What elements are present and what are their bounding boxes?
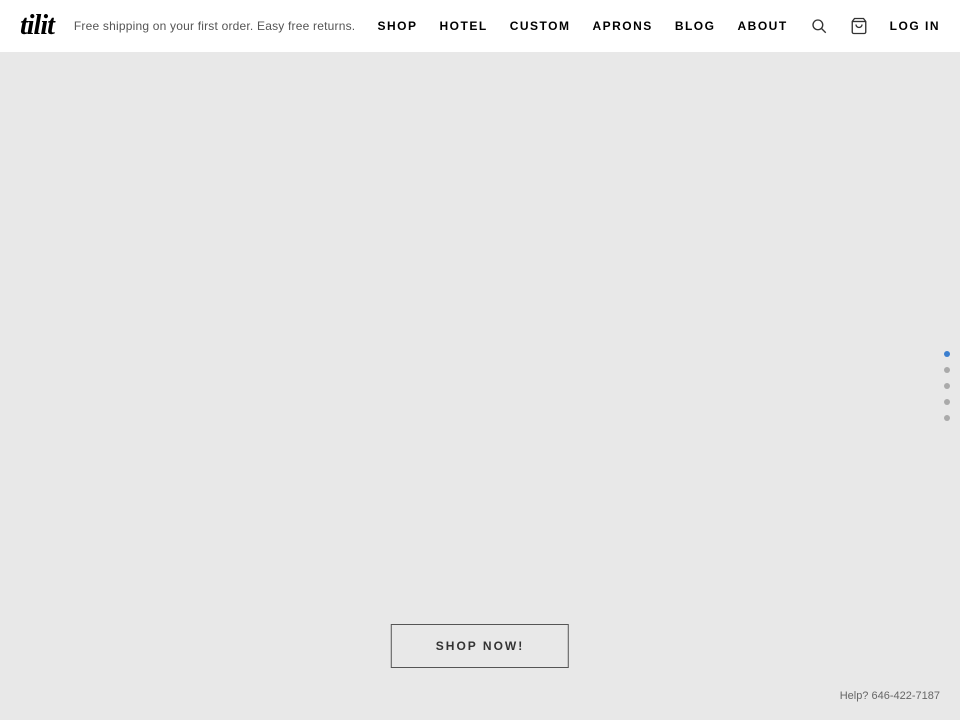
dot-nav-item-1[interactable] xyxy=(944,351,950,357)
site-header: tilit Free shipping on your first order.… xyxy=(0,0,960,52)
help-phone-text: Help? 646-422-7187 xyxy=(840,690,940,702)
cart-icon[interactable] xyxy=(850,17,868,35)
main-content: SHOP NOW! Help? 646-422-7187 xyxy=(0,52,960,720)
nav-item-hotel[interactable]: HOTEL xyxy=(440,19,488,33)
main-nav: SHOP HOTEL CUSTOM APRONS BLOG ABOUT LOG … xyxy=(378,17,941,35)
dot-nav-item-4[interactable] xyxy=(944,399,950,405)
header-left: tilit Free shipping on your first order.… xyxy=(20,10,355,42)
nav-item-login[interactable]: LOG IN xyxy=(890,19,940,33)
nav-item-about[interactable]: ABOUT xyxy=(737,19,787,33)
dot-nav-item-5[interactable] xyxy=(944,415,950,421)
header-tagline: Free shipping on your first order. Easy … xyxy=(74,19,355,33)
nav-item-aprons[interactable]: APRONS xyxy=(592,19,652,33)
nav-item-shop[interactable]: SHOP xyxy=(378,19,418,33)
dot-nav-item-3[interactable] xyxy=(944,383,950,389)
dot-nav-item-2[interactable] xyxy=(944,367,950,373)
shop-now-button[interactable]: SHOP NOW! xyxy=(391,624,569,668)
slide-dot-nav xyxy=(944,351,950,421)
site-logo[interactable]: tilit xyxy=(20,10,54,42)
nav-item-custom[interactable]: CUSTOM xyxy=(510,19,571,33)
search-icon[interactable] xyxy=(810,17,828,35)
nav-item-blog[interactable]: BLOG xyxy=(675,19,716,33)
